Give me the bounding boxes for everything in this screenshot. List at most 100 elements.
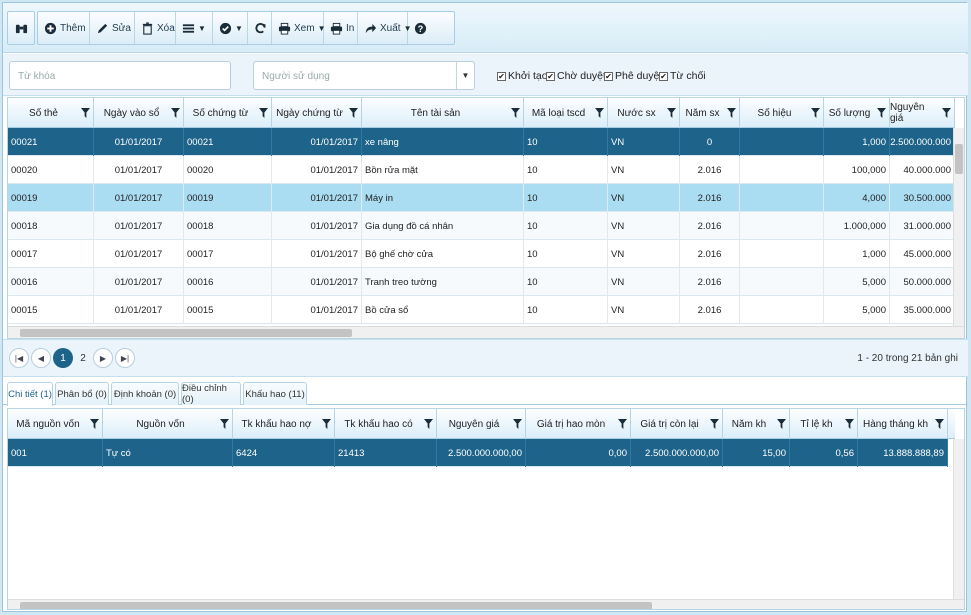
table-cell: 2.016 [680,296,740,324]
caret-down-icon: ▼ [235,23,243,33]
vertical-scrollbar[interactable] [953,128,964,326]
assets-column-header[interactable]: Tên tài sản [362,98,524,128]
assets-column-header[interactable]: Số hiệu [740,98,824,128]
checkbox-approved[interactable]: ✔ Phê duyệt [604,70,662,82]
table-row[interactable]: 00020 01/01/2017 00020 01/01/2017 Bồn rửa mặ… [8,156,955,184]
filter-funnel-icon[interactable] [171,108,180,118]
delete-button[interactable]: Xóa [135,12,176,44]
funding-column-header[interactable]: Hàng tháng kh [858,409,948,439]
table-cell: 40.000.000 [890,156,955,184]
export-button[interactable]: Xuất ▼ [358,12,412,44]
tab-depreciation[interactable]: Khấu hao (11) [243,382,307,405]
funding-column-header[interactable]: Nguồn vốn [103,409,233,439]
table-cell: 01/01/2017 [94,212,184,240]
page-1-button[interactable]: 1 [53,348,73,368]
assets-column-header[interactable]: Năm sx [680,98,740,128]
last-page-button[interactable]: ▶| [115,348,135,368]
filter-funnel-icon[interactable] [90,419,99,429]
filter-funnel-icon[interactable] [710,419,719,429]
funding-column-header[interactable]: Mã nguồn vốn [8,409,103,439]
checkbox-created[interactable]: ✔ Khởi tạo [497,70,548,82]
column-header-label: Nguồn vốn [136,418,185,430]
tab-adjustment[interactable]: Điều chỉnh (0) [181,382,241,405]
assets-column-header[interactable]: Nước sx [608,98,680,128]
help-button[interactable]: ? [408,12,434,44]
approve-dropdown-button[interactable]: ▼ [213,12,248,44]
print-button[interactable]: In [324,12,358,44]
assets-column-header[interactable]: Mã loại tscd [524,98,608,128]
filter-funnel-icon[interactable] [777,419,786,429]
assets-column-header[interactable]: Nguyên giá [890,98,955,128]
scroll-thumb[interactable] [955,144,963,174]
filter-funnel-icon[interactable] [935,419,944,429]
chevron-down-icon[interactable]: ▼ [456,62,474,89]
filter-funnel-icon[interactable] [81,108,90,118]
keyword-search-input[interactable]: Từ khóa [9,61,231,90]
filter-funnel-icon[interactable] [259,108,268,118]
filter-funnel-icon[interactable] [618,419,627,429]
tab-details[interactable]: Chi tiết (1) [7,382,53,406]
next-page-button[interactable]: ▶ [93,348,113,368]
assets-column-header[interactable]: Số chứng từ [184,98,272,128]
table-row[interactable]: 00018 01/01/2017 00018 01/01/2017 Gia dụng đ… [8,212,955,240]
table-cell: 45.000.000 [890,240,955,268]
menu-dropdown-button[interactable]: ▼ [176,12,213,44]
filter-funnel-icon[interactable] [877,108,886,118]
scroll-thumb[interactable] [20,329,352,337]
assets-column-header[interactable]: Số thẻ [8,98,94,128]
vertical-scrollbar[interactable] [953,439,964,599]
checkbox-label: Phê duyệt [615,70,663,82]
table-row[interactable]: 00016 01/01/2017 00016 01/01/2017 Tranh treo… [8,268,955,296]
table-cell: 01/01/2017 [94,184,184,212]
add-button[interactable]: Thêm [38,12,90,44]
refresh-icon [254,22,267,35]
filter-funnel-icon[interactable] [349,108,358,118]
filter-funnel-icon[interactable] [322,419,331,429]
tab-allocation[interactable]: Phân bổ (0) [55,382,109,405]
funding-column-header[interactable]: Năm kh [723,409,790,439]
filter-funnel-icon[interactable] [667,108,676,118]
funding-column-header[interactable]: Tỉ lệ kh [790,409,858,439]
table-row[interactable]: 00021 01/01/2017 00021 01/01/2017 xe nâng 10 V… [8,128,955,156]
assets-column-header[interactable]: Số lượng [824,98,890,128]
scroll-thumb[interactable] [20,602,652,609]
filter-funnel-icon[interactable] [727,108,736,118]
table-cell: 1,000 [824,240,890,268]
filter-funnel-icon[interactable] [811,108,820,118]
table-row[interactable]: 00019 01/01/2017 00019 01/01/2017 Máy in 10 VN… [8,184,955,212]
filter-funnel-icon[interactable] [595,108,604,118]
filter-funnel-icon[interactable] [424,419,433,429]
filter-funnel-icon[interactable] [511,108,520,118]
table-row[interactable]: 00015 01/01/2017 00015 01/01/2017 Bồ cửa sổ 1… [8,296,955,324]
table-cell: 10 [524,212,608,240]
trash-icon [141,21,154,35]
prev-page-button[interactable]: ◀ [31,348,51,368]
refresh-button[interactable] [248,12,272,44]
tab-accounting[interactable]: Định khoản (0) [111,382,179,405]
funding-column-header[interactable]: Tk khấu hao có [335,409,437,439]
filter-funnel-icon[interactable] [942,108,951,118]
assets-column-header[interactable]: Ngày chứng từ [272,98,362,128]
funding-column-header[interactable]: Giá trị hao mòn [526,409,631,439]
checkbox-pending[interactable]: ✔ Chờ duyệt [546,70,606,82]
funding-column-header[interactable]: Giá trị còn lại [631,409,723,439]
user-select[interactable]: Người sử dụng ▼ [253,61,475,90]
assets-column-header[interactable]: Ngày vào sổ [94,98,184,128]
horizontal-scrollbar[interactable] [8,326,964,338]
checkbox-rejected[interactable]: ✔ Từ chối [659,70,706,82]
binoculars-button[interactable] [7,11,35,45]
first-page-button[interactable]: |◀ [9,348,29,368]
funding-column-header[interactable]: Nguyên giá [437,409,526,439]
filter-funnel-icon[interactable] [513,419,522,429]
checkbox-label: Từ chối [670,70,706,82]
page-2-button[interactable]: 2 [73,348,93,368]
filter-funnel-icon[interactable] [220,419,229,429]
view-button[interactable]: Xem ▼ [272,12,325,44]
edit-button[interactable]: Sửa [90,12,135,44]
filter-funnel-icon[interactable] [845,419,854,429]
pagination-info: 1 - 20 trong 21 bản ghi [857,353,958,364]
table-row[interactable]: 00017 01/01/2017 00017 01/01/2017 Bộ ghế chờ… [8,240,955,268]
funding-column-header[interactable]: Tk khấu hao nợ [233,409,335,439]
horizontal-scrollbar[interactable] [8,599,964,609]
table-row[interactable]: 001 Tự có 6424 21413 2.500.000.000,00 0,00 2.5… [8,439,948,467]
